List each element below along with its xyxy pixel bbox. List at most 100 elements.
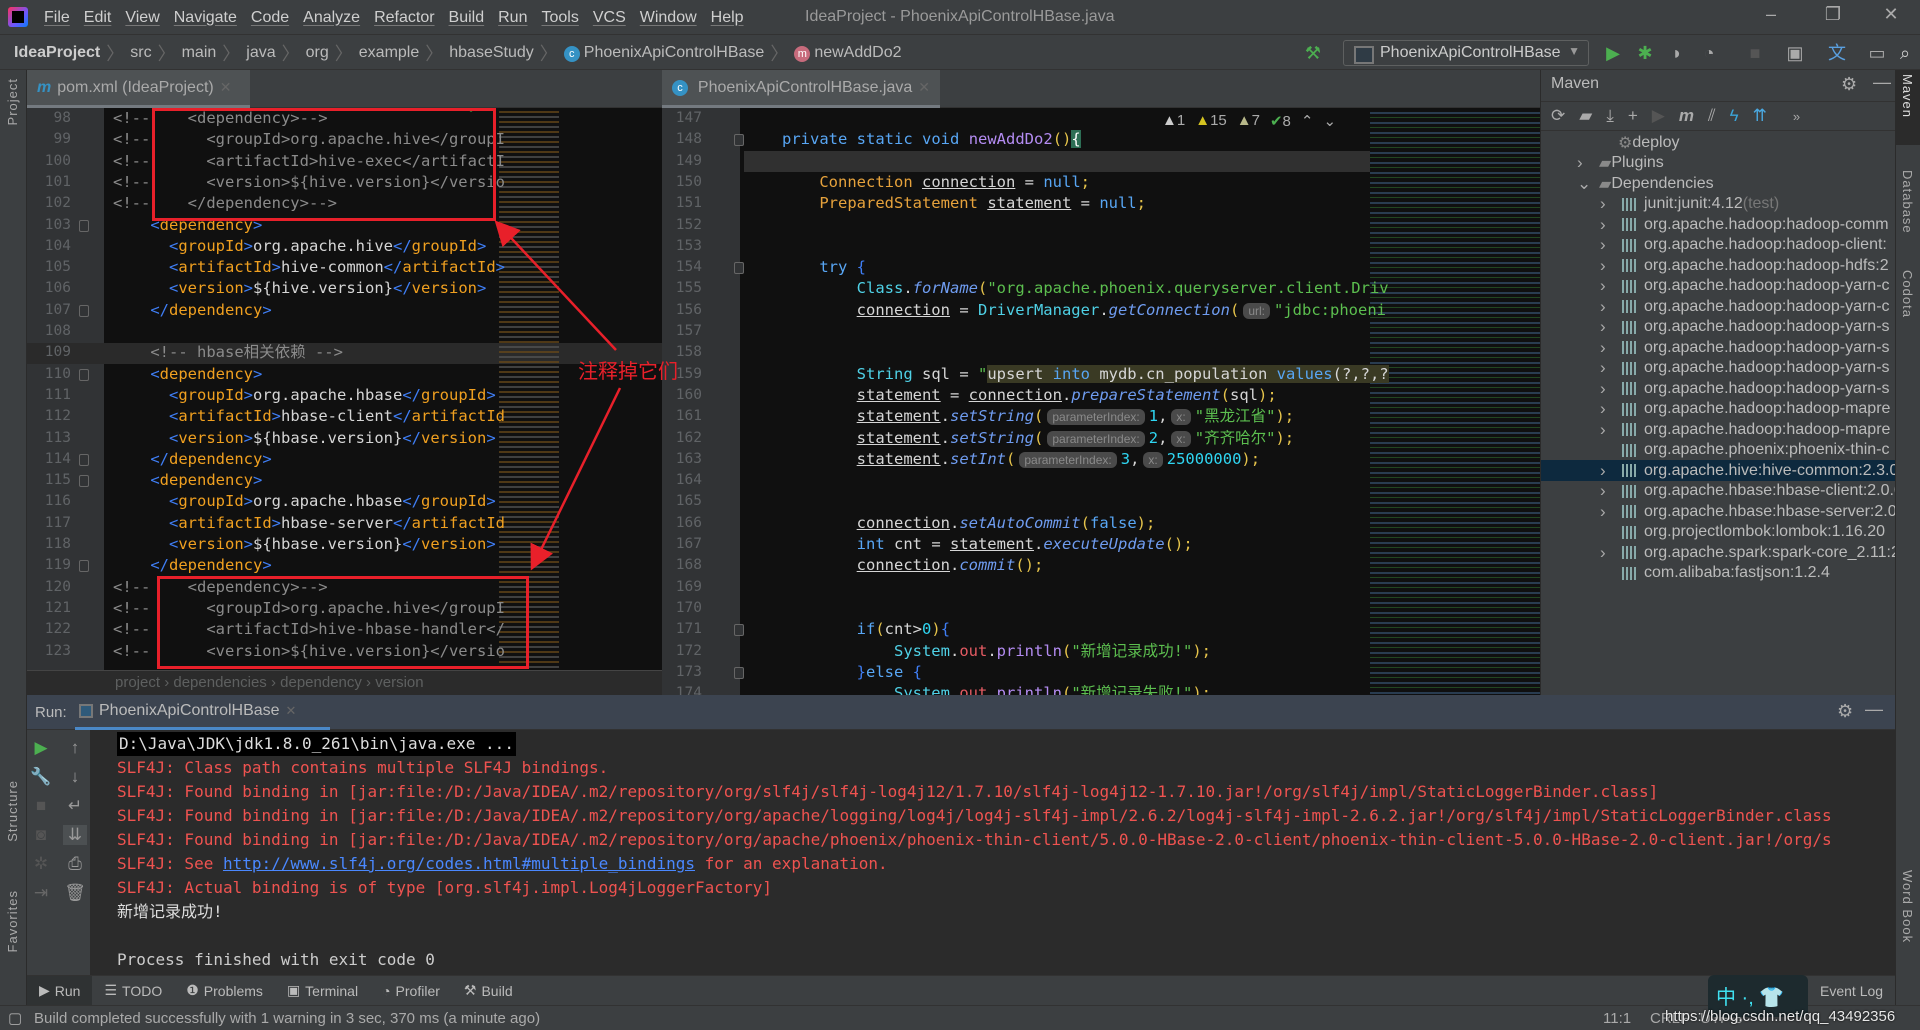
maven-item-label: Dependencies [1611,174,1714,192]
maven-tree-item[interactable]: › org.apache.hadoop:hadoop-yarn-c [1541,276,1895,297]
add-icon[interactable]: + [1628,106,1638,126]
rerun-icon[interactable]: ▶ [29,738,53,758]
chevron-right-icon[interactable]: › [1600,379,1606,399]
maven-goal-icon[interactable]: m [1679,106,1694,126]
maven-tree-item[interactable]: › org.apache.hive:hive-common:2.3.0 [1541,460,1895,481]
maven-tree-item[interactable]: › org.apache.hadoop:hadoop-mapre [1541,419,1895,440]
library-icon [1622,566,1638,580]
chevron-right-icon[interactable]: › [1600,338,1606,358]
maven-tree-item[interactable]: › org.apache.hadoop:hadoop-yarn-s [1541,358,1895,379]
maven-tree-item[interactable]: › junit:junit:4.12 (test) [1541,194,1895,215]
chevron-right-icon[interactable]: › [1600,420,1606,440]
maven-tree-item[interactable]: org.apache.phoenix:phoenix-thin-c [1541,440,1895,461]
download-icon[interactable]: ⤓ [1606,106,1614,126]
run-tab[interactable]: PhoenixApiControlHBase ✕ [75,695,330,730]
tool-tab-profiler[interactable]: ◔ Profiler [370,976,452,1006]
tool-tab-run[interactable]: ▶ Run [27,975,93,1006]
chevron-right-icon[interactable]: › [1600,235,1606,255]
exit-icon[interactable]: ⇥ [29,883,53,903]
skip-tests-icon[interactable]: ⫽ [1708,106,1716,126]
status-icon[interactable]: ▢ [8,1009,22,1027]
soft-wrap-icon[interactable]: ↵ [63,796,87,816]
scope-label: (test) [1742,195,1780,212]
library-icon [1622,546,1638,559]
reload-icon[interactable]: ⟳ [1551,106,1565,126]
chevron-right-icon[interactable]: › [1600,543,1606,563]
scroll-down-icon[interactable]: ↓ [63,767,87,787]
maven-tree-item[interactable]: › org.apache.hadoop:hadoop-mapre [1541,399,1895,420]
maven-tree-item[interactable]: › org.apache.hbase:hbase-server:2.0 [1541,501,1895,522]
maven-item-label: com.alibaba:fastjson:1.2.4 [1644,564,1830,581]
library-icon [1622,341,1638,354]
maven-tree-item[interactable]: › org.apache.hadoop:hadoop-comm [1541,214,1895,235]
maven-tree-item[interactable]: › org.apache.hadoop:hadoop-yarn-s [1541,378,1895,399]
close-tab-icon[interactable]: ✕ [286,703,297,719]
maven-tree-item[interactable]: ⚙ deploy [1541,132,1895,153]
console-output: 新增记录成功! [117,902,223,921]
tab-label: Profiler [395,982,440,999]
tab-label: Run [54,982,81,999]
slf4j-link[interactable]: http://www.slf4j.org/codes.html#multiple… [223,854,695,873]
maven-tree-item[interactable]: › ▰ Plugins [1541,153,1895,174]
library-icon [1622,402,1638,416]
run-tab-label: PhoenixApiControlHBase [99,702,280,719]
hide-panel-icon[interactable]: — [1873,72,1891,93]
chevron-right-icon[interactable]: › [1600,399,1606,419]
tool-tab-todo[interactable]: ☰ TODO [92,976,174,1006]
folder-icon: ▰ [1599,175,1612,193]
wrench-icon[interactable]: 🔧 [29,767,53,787]
chevron-right-icon[interactable]: › [1600,461,1606,481]
chevron-right-icon[interactable]: › [1600,215,1606,235]
chevron-right-icon[interactable]: › [1600,297,1606,317]
chevron-right-icon[interactable]: › [1600,481,1606,501]
chevron-down-icon[interactable]: ⌄ [1577,174,1591,194]
chevron-right-icon[interactable]: › [1600,276,1606,296]
maven-tree-item[interactable]: › org.apache.hadoop:hadoop-yarn-s [1541,337,1895,358]
caret-position[interactable]: 11:1 [1603,1010,1631,1027]
list-icon: ☰ [104,982,118,998]
trash-icon[interactable]: 🗑 [63,883,87,903]
library-icon [1622,464,1638,477]
scroll-up-icon[interactable]: ↑ [63,738,87,758]
maven-tree-item[interactable]: › org.apache.hbase:hbase-client:2.0.0 [1541,481,1895,502]
chevron-right-icon[interactable]: › [1600,502,1606,522]
maven-tree-item[interactable]: › org.apache.hadoop:hadoop-client: [1541,235,1895,256]
generate-sources-icon[interactable]: ▰ [1579,106,1592,126]
library-icon [1622,300,1638,313]
gear-icon[interactable]: ⚙ [1837,701,1853,722]
tool-tab-build[interactable]: ⚒ Build [452,976,525,1006]
stop-icon[interactable]: ■ [29,796,53,816]
chevron-right-icon[interactable]: › [1600,358,1606,378]
library-icon [1622,484,1638,498]
scroll-to-end-icon[interactable]: ⇊ [63,825,87,845]
tool-tab-terminal[interactable]: ▣ Terminal [275,976,370,1006]
maven-tree-item[interactable]: com.alibaba:fastjson:1.2.4 [1541,563,1895,584]
maven-tree-item[interactable]: › org.apache.hadoop:hadoop-hdfs:2 [1541,255,1895,276]
run-goal-icon[interactable]: ▶ [1652,106,1665,126]
maven-tree-item[interactable]: org.projectlombok:lombok:1.16.20 [1541,522,1895,543]
more-icon[interactable]: » [1793,109,1800,124]
maven-tree-item[interactable]: ⌄ ▰ Dependencies [1541,173,1895,194]
chevron-right-icon[interactable]: › [1577,153,1583,173]
console-command: D:\Java\JDK\jdk1.8.0_261\bin\java.exe ..… [117,732,516,756]
show-deps-icon[interactable]: ⇈ [1753,106,1767,126]
hide-panel-icon[interactable]: — [1865,699,1883,720]
camera-icon[interactable]: ◙ [29,825,53,845]
maven-tree-item[interactable]: › org.apache.hadoop:hadoop-yarn-s [1541,317,1895,338]
console-text: for an explanation. [694,854,888,873]
chevron-right-icon[interactable]: › [1600,194,1606,214]
run-icon: ▶ [39,982,50,998]
maven-tree-item[interactable]: › org.apache.hadoop:hadoop-yarn-c [1541,296,1895,317]
offline-mode-icon[interactable]: ϟ [1730,106,1739,126]
tool-tab-problems[interactable]: ❶ Problems [174,976,275,1006]
chevron-right-icon[interactable]: › [1600,256,1606,276]
library-icon [1622,320,1638,334]
print-icon[interactable]: ⎙ [63,854,87,874]
gear-icon[interactable]: ⚙ [1841,74,1857,95]
maven-item-label: org.apache.hadoop:hadoop-client: [1644,236,1887,253]
library-icon [1622,423,1638,436]
maven-tree-item[interactable]: › org.apache.spark:spark-core_2.11:2 [1541,542,1895,563]
chevron-right-icon[interactable]: › [1600,317,1606,337]
event-log-button[interactable]: Event Log [1816,976,1887,1006]
settings-icon[interactable]: ✲ [29,854,53,874]
